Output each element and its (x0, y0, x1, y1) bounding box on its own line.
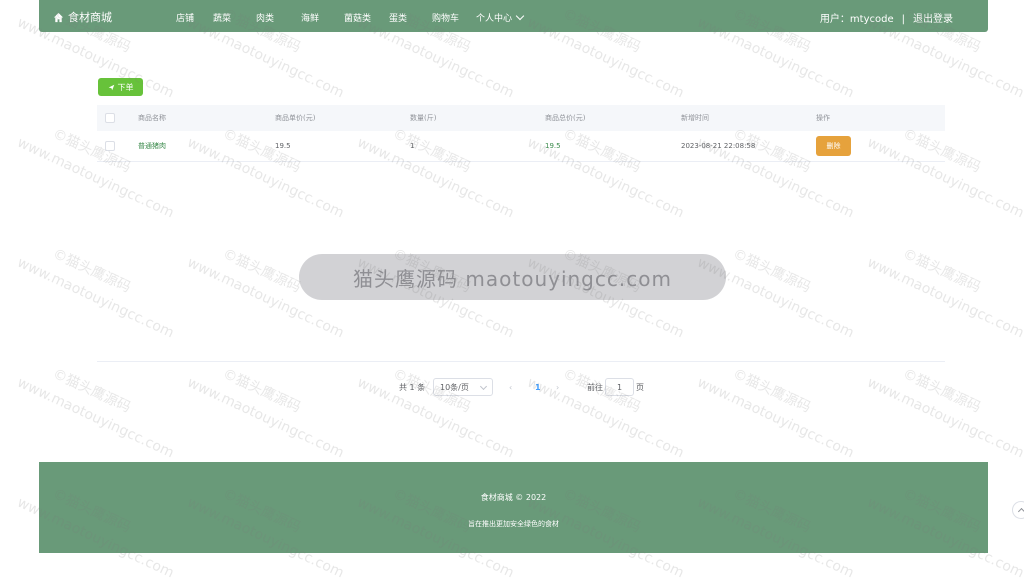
select-all-checkbox[interactable] (105, 113, 115, 123)
nav-cart[interactable]: 购物车 (432, 11, 459, 24)
footer-copyright: 食材商城 © 2022 (480, 493, 547, 502)
divider (97, 361, 945, 362)
watermark-brand: ©猫头鹰源码 (50, 245, 134, 296)
watermark-brand: ©猫头鹰源码 (900, 245, 984, 296)
logo-text: 食材商城 (68, 11, 112, 24)
watermark-brand: ©猫头鹰源码 (220, 245, 304, 296)
nav-shop[interactable]: 店铺 (176, 11, 194, 24)
watermark-url: www.maotouyingcc.com (184, 374, 347, 462)
nav-mushroom[interactable]: 菌菇类 (344, 11, 371, 24)
top-nav-bar: 食材商城 店铺 蔬菜 肉类 海鲜 菌菇类 蛋类 购物车 个人中心 用户：mtyc… (39, 0, 988, 32)
total-price: 19.5 (545, 142, 561, 150)
watermark-url: www.maotouyingcc.com (694, 374, 857, 462)
logout-link[interactable]: 退出登录 (913, 14, 953, 25)
order-button-label: 下单 (117, 82, 134, 92)
row-checkbox[interactable] (105, 141, 115, 151)
logo[interactable]: 食材商城 (53, 9, 112, 25)
watermark-url: www.maotouyingcc.com (864, 254, 1024, 342)
watermark-brand: ©猫头鹰源码 (50, 365, 134, 416)
nav-meat[interactable]: 肉类 (256, 11, 274, 24)
nav-personal-center[interactable]: 个人中心 (476, 11, 525, 24)
delete-button[interactable]: 删除 (816, 136, 851, 156)
watermark-brand: ©猫头鹰源码 (220, 365, 304, 416)
order-button[interactable]: 下单 (98, 78, 143, 96)
col-quantity: 数量(斤) (410, 114, 437, 122)
created-time: 2023-08-21 22:08:58 (681, 142, 756, 150)
user-label: 用户：mtycode (819, 14, 894, 25)
product-name: 普通猪肉 (138, 142, 166, 150)
watermark-banner: 猫头鹰源码 maotouyingcc.com (299, 254, 726, 300)
footer: 食材商城 © 2022 旨在推出更加安全绿色的食材 (39, 462, 988, 553)
watermark-url: www.maotouyingcc.com (864, 374, 1024, 462)
nav-vegetables[interactable]: 蔬菜 (213, 11, 231, 24)
watermark-url: www.maotouyingcc.com (14, 254, 177, 342)
chevron-down-icon (515, 11, 525, 21)
col-action: 操作 (816, 114, 830, 122)
page-number[interactable]: 1 (535, 378, 541, 396)
watermark-url: www.maotouyingcc.com (14, 374, 177, 462)
col-name: 商品名称 (138, 114, 166, 122)
separator: | (901, 14, 905, 25)
chevron-down-icon (479, 382, 488, 390)
quantity: 1 (410, 142, 415, 150)
nav-eggs[interactable]: 蛋类 (389, 11, 407, 24)
nav-seafood[interactable]: 海鲜 (301, 11, 319, 24)
pagination-total: 共 1 条 (399, 382, 426, 392)
table-header: 商品名称 商品单价(元) 数量(斤) 商品总价(元) 新增时间 操作 (97, 105, 945, 131)
col-unit-price: 商品单价(元) (275, 114, 316, 122)
nav-personal-center-label: 个人中心 (476, 14, 513, 24)
send-icon (108, 84, 114, 90)
cart-table: 商品名称 商品单价(元) 数量(斤) 商品总价(元) 新增时间 操作 普通猪肉 … (97, 105, 945, 162)
prev-page-button[interactable]: ‹ (509, 378, 512, 396)
page-suffix: 页 (636, 382, 644, 392)
home-icon (53, 12, 64, 22)
user-box: 用户：mtycode | 退出登录 (820, 10, 953, 25)
back-to-top-button[interactable] (1012, 501, 1024, 519)
next-page-button[interactable]: › (556, 378, 559, 396)
col-created: 新增时间 (681, 114, 709, 122)
chevron-up-icon (1017, 507, 1024, 515)
watermark-brand: ©猫头鹰源码 (730, 245, 814, 296)
watermark-brand: ©猫头鹰源码 (900, 365, 984, 416)
unit-price: 19.5 (275, 142, 291, 150)
page-size-select[interactable]: 10条/页 (433, 378, 493, 396)
watermark-brand: ©猫头鹰源码 (730, 365, 814, 416)
goto-label: 前往 (587, 382, 603, 392)
goto-page-input[interactable]: 1 (605, 378, 634, 396)
col-total: 商品总价(元) (545, 114, 586, 122)
table-row: 普通猪肉 19.5 1 19.5 2023-08-21 22:08:58 删除 (97, 131, 945, 162)
page-size-value: 10条/页 (440, 382, 469, 392)
footer-slogan: 旨在推出更加安全绿色的食材 (468, 520, 559, 528)
